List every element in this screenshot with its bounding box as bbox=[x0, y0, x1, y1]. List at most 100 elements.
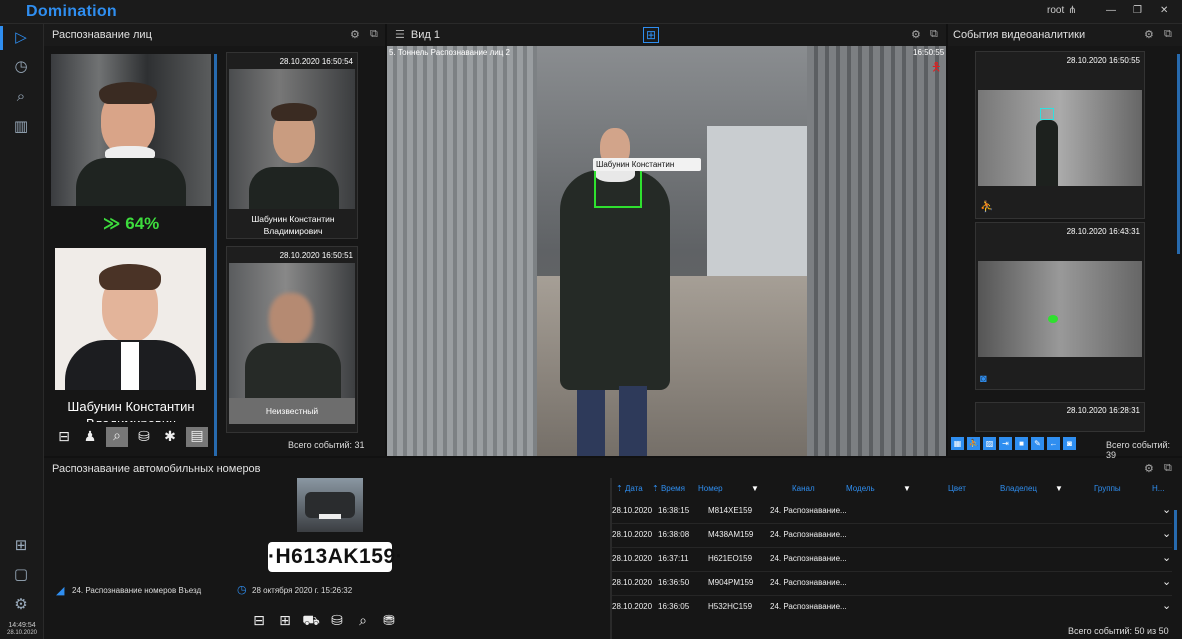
db-search-icon[interactable]: ⛃ bbox=[380, 612, 398, 629]
layout-icon[interactable]: ⊞ bbox=[8, 535, 34, 557]
col-more[interactable]: Н... bbox=[1152, 484, 1164, 493]
scrollbar[interactable] bbox=[1177, 54, 1180, 254]
row-plate: M438AM159 bbox=[708, 530, 754, 539]
gear-icon[interactable]: ⚙ bbox=[911, 28, 921, 41]
message-icon[interactable]: ▢ bbox=[8, 564, 34, 586]
minimize-icon[interactable]: — bbox=[1106, 5, 1116, 16]
settings-icon[interactable]: ⚙ bbox=[8, 594, 34, 616]
col-channel[interactable]: Канал bbox=[792, 484, 815, 493]
plate-number: ·H613AK159· bbox=[268, 542, 403, 572]
row-time: 16:36:05 bbox=[658, 602, 690, 611]
sidebar: ▷ ◷ ⌕ ▥ ⊞ ▢ ⚙ 14:49:54 28.10.2020 bbox=[0, 24, 44, 639]
db-search-icon[interactable]: ⛁ bbox=[134, 428, 154, 445]
face-panel-header: Распознавание лиц bbox=[44, 24, 385, 46]
col-plate[interactable]: Номер bbox=[698, 484, 723, 493]
filter-pencil-icon[interactable]: ✎ bbox=[1031, 437, 1044, 450]
search-icon[interactable]: ⌕ bbox=[8, 86, 34, 108]
close-icon[interactable]: ✕ bbox=[1160, 5, 1168, 16]
table-row[interactable]: 28.10.2020 16:36:50 M904PM159 24. Распоз… bbox=[612, 572, 1172, 594]
menu-icon[interactable]: ☰ bbox=[395, 29, 405, 41]
db-add-icon[interactable]: ⛁ bbox=[328, 612, 346, 629]
left-wall bbox=[387, 46, 537, 456]
filter-arrow-icon[interactable]: ← bbox=[1047, 437, 1060, 450]
gear-icon[interactable]: ⚙ bbox=[350, 28, 360, 41]
row-plate: H532HC159 bbox=[708, 602, 753, 611]
history-icon[interactable]: ◷ bbox=[8, 56, 34, 78]
scrollbar[interactable] bbox=[214, 54, 217, 456]
table-row[interactable]: 28.10.2020 16:36:05 H532HC159 24. Распоз… bbox=[612, 596, 1172, 618]
col-groups[interactable]: Группы bbox=[1094, 484, 1121, 493]
filter-object-icon[interactable]: ■ bbox=[1015, 437, 1028, 450]
group-icon[interactable]: ✱ bbox=[160, 428, 180, 445]
popout-icon[interactable]: ⧉ bbox=[370, 28, 378, 41]
popout-icon[interactable]: ⧉ bbox=[1164, 462, 1172, 475]
table-row[interactable]: 28.10.2020 16:38:08 M438AM159 24. Распоз… bbox=[612, 524, 1172, 546]
col-date[interactable]: ⇡ Дата bbox=[616, 484, 643, 493]
table-row[interactable]: 28.10.2020 16:38:15 M814XE159 24. Распоз… bbox=[612, 500, 1172, 522]
film-icon[interactable]: ⊟ bbox=[54, 428, 74, 445]
camera-name: 5. Тоннель Распознавание лиц 2 bbox=[389, 48, 510, 57]
analytics-event-card[interactable]: 28.10.2020 16:28:31 bbox=[975, 402, 1145, 432]
row-time: 16:37:11 bbox=[658, 554, 689, 563]
row-channel: 24. Распознавание... bbox=[770, 554, 847, 563]
car-icon[interactable]: ⛟ bbox=[302, 612, 320, 631]
person-icon[interactable]: ♟ bbox=[80, 428, 100, 445]
user-name[interactable]: root bbox=[1047, 5, 1064, 16]
grid-layout-icon[interactable]: ⊞ bbox=[643, 27, 659, 43]
row-time: 16:38:15 bbox=[658, 506, 690, 515]
report-icon[interactable]: ▤ bbox=[186, 427, 208, 447]
filter-icon[interactable]: ▼ bbox=[751, 484, 759, 493]
match-snapshot[interactable] bbox=[51, 54, 211, 206]
col-time[interactable]: ⇡ Время bbox=[652, 484, 685, 493]
scrollbar[interactable] bbox=[1174, 510, 1177, 550]
person-shape bbox=[1036, 120, 1058, 186]
coat-shape bbox=[249, 167, 339, 209]
popout-icon[interactable]: ⧉ bbox=[930, 28, 938, 41]
expand-icon[interactable]: ⌄ bbox=[1162, 551, 1171, 564]
expand-icon[interactable]: ⌄ bbox=[1162, 599, 1171, 612]
plate-channel: 24. Распознавание номеров Въезд bbox=[72, 586, 202, 595]
expand-icon[interactable]: ⌄ bbox=[1162, 575, 1171, 588]
filter-line-icon[interactable]: ⇥ bbox=[999, 437, 1012, 450]
analytics-event-card[interactable]: 28.10.2020 16:43:31 ◙ bbox=[975, 222, 1145, 390]
filter-zone-icon[interactable]: ▨ bbox=[983, 437, 996, 450]
coat-shape bbox=[245, 343, 341, 398]
gear-icon[interactable]: ⚙ bbox=[1144, 462, 1154, 475]
event-timestamp: 28.10.2020 16:50:54 bbox=[279, 57, 353, 66]
search-list-icon[interactable]: ⌕ bbox=[354, 612, 372, 629]
filter-people-icon[interactable]: ⛹ bbox=[967, 437, 980, 450]
stats-icon[interactable]: ▥ bbox=[8, 116, 34, 138]
analytics-event-card[interactable]: 28.10.2020 16:50:55 ⛹ bbox=[975, 51, 1145, 219]
clock-time: 14:49:54 bbox=[8, 622, 36, 629]
face-search-icon[interactable]: ⌕ bbox=[106, 427, 128, 447]
play-icon[interactable]: ▷ bbox=[8, 27, 34, 49]
col-owner[interactable]: Владелец bbox=[1000, 484, 1037, 493]
col-color[interactable]: Цвет bbox=[948, 484, 966, 493]
reference-photo[interactable] bbox=[55, 248, 206, 390]
filter-all-icon[interactable]: ▦ bbox=[951, 437, 964, 450]
face-event-card[interactable]: 28.10.2020 16:50:51 Неизвестный bbox=[226, 246, 358, 433]
filter-camera-icon[interactable]: ◙ bbox=[1063, 437, 1076, 450]
col-model[interactable]: Модель bbox=[846, 484, 875, 493]
face-shape bbox=[269, 293, 313, 345]
plates-header: Распознавание автомобильных номеров bbox=[44, 458, 1182, 480]
gear-icon[interactable]: ⚙ bbox=[1144, 28, 1154, 41]
filter-icon[interactable]: ▼ bbox=[903, 484, 911, 493]
card-icon[interactable]: ⊞ bbox=[276, 612, 294, 629]
table-row[interactable]: 28.10.2020 16:37:11 H621EO159 24. Распоз… bbox=[612, 548, 1172, 570]
face-event-card[interactable]: 28.10.2020 16:50:54 Шабунин Константин В… bbox=[226, 52, 358, 239]
maximize-icon[interactable]: ❐ bbox=[1133, 5, 1142, 16]
filter-icon[interactable]: ▼ bbox=[1055, 484, 1063, 493]
event-timestamp: 28.10.2020 16:50:51 bbox=[279, 251, 353, 260]
popout-icon[interactable]: ⧉ bbox=[1164, 28, 1172, 41]
expand-icon[interactable]: ⌄ bbox=[1162, 527, 1171, 540]
row-plate: M814XE159 bbox=[708, 506, 753, 515]
camera-feed[interactable]: Шабунин Константин bbox=[387, 46, 946, 456]
expand-icon[interactable]: ⌄ bbox=[1162, 503, 1171, 516]
network-icon[interactable]: ⋔ bbox=[1068, 5, 1076, 16]
event-timestamp: 28.10.2020 16:50:55 bbox=[1066, 56, 1140, 65]
app-logo: Domination bbox=[26, 3, 117, 20]
camera-time: 16:50:55 bbox=[913, 48, 945, 57]
plate-snapshot[interactable] bbox=[297, 478, 363, 532]
film-icon[interactable]: ⊟ bbox=[250, 612, 268, 629]
